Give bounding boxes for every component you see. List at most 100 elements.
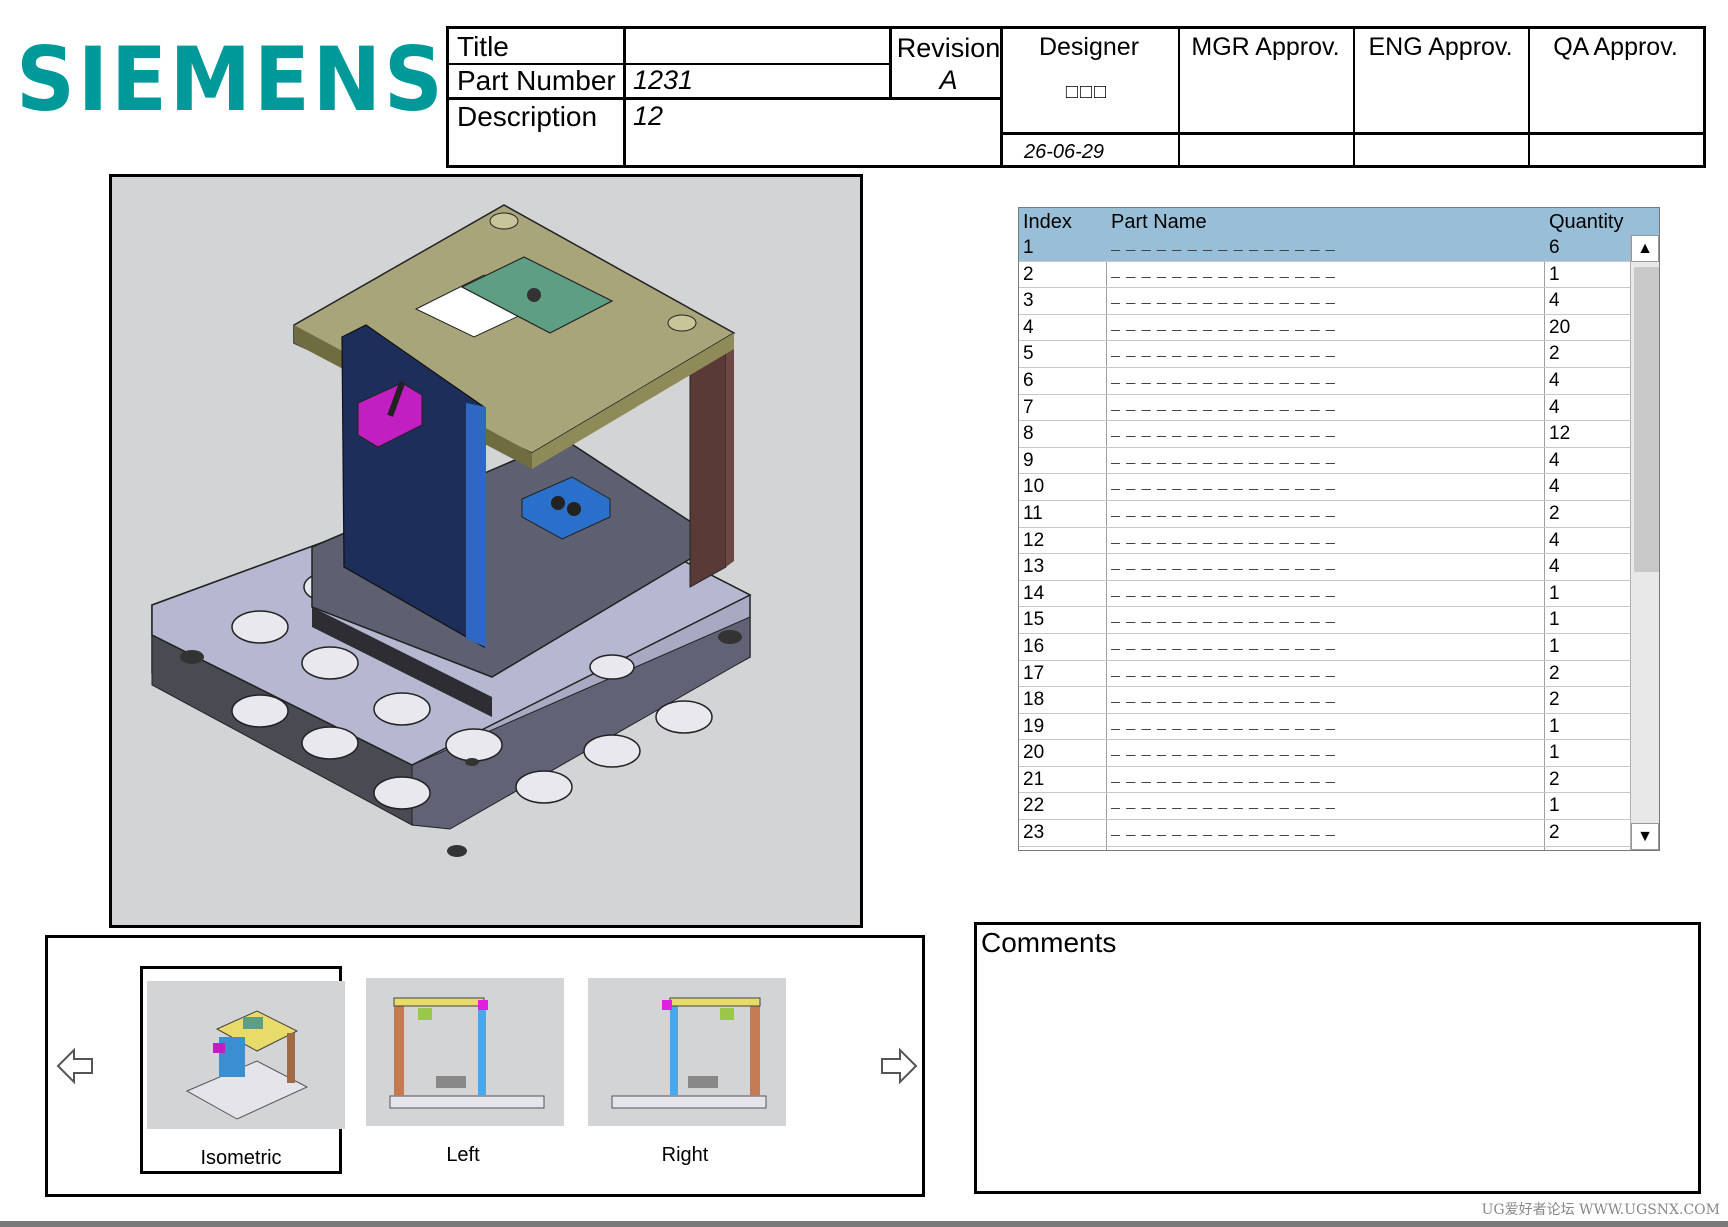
cell-quantity: 4 (1549, 369, 1560, 391)
table-row[interactable]: 4 _ _ _ _ _ _ _ _ _ _ _ _ _ _ _ 20 (1019, 315, 1631, 342)
designer-name: □□□ (1065, 81, 1109, 103)
cell-index: 14 (1023, 582, 1045, 604)
table-row[interactable]: 23 _ _ _ _ _ _ _ _ _ _ _ _ _ _ _ 2 (1019, 820, 1631, 847)
cell-quantity: 1 (1549, 742, 1560, 764)
cell-part-name: _ _ _ _ _ _ _ _ _ _ _ _ _ _ _ (1111, 341, 1336, 359)
header-quantity[interactable]: Quantity (1549, 211, 1623, 234)
description-value[interactable]: 12 (633, 103, 663, 130)
siemens-logo: SIEMENS (16, 28, 446, 131)
arrow-left-icon[interactable] (56, 1046, 96, 1086)
view-thumb-left[interactable]: Left (362, 966, 564, 1174)
cell-quantity: 2 (1549, 662, 1560, 684)
cell-index: 1 (1023, 237, 1034, 258)
cell-part-name: _ _ _ _ _ _ _ _ _ _ _ _ _ _ _ (1111, 766, 1336, 784)
table-row[interactable]: 14 _ _ _ _ _ _ _ _ _ _ _ _ _ _ _ 1 (1019, 581, 1631, 608)
cell-part-name: _ _ _ _ _ _ _ _ _ _ _ _ _ _ _ (1111, 607, 1336, 625)
cell-part-name: _ _ _ _ _ _ _ _ _ _ _ _ _ _ _ (1111, 474, 1336, 492)
cell-index: 12 (1023, 529, 1045, 551)
parts-scrollbar[interactable]: ▲ ▼ (1630, 235, 1659, 850)
designer-label: Designer (1038, 33, 1140, 61)
cell-part-name: _ _ _ _ _ _ _ _ _ _ _ _ _ _ _ (1111, 261, 1336, 279)
cell-index: 15 (1023, 609, 1045, 631)
cell-index: 7 (1023, 396, 1034, 418)
cell-quantity: 1 (1549, 635, 1560, 657)
cell-quantity: 4 (1549, 449, 1560, 471)
table-row[interactable]: 9 _ _ _ _ _ _ _ _ _ _ _ _ _ _ _ 4 (1019, 448, 1631, 475)
cell-part-name: _ _ _ _ _ _ _ _ _ _ _ _ _ _ _ (1111, 500, 1336, 518)
header-index[interactable]: Index (1023, 211, 1072, 234)
table-row[interactable]: 5 _ _ _ _ _ _ _ _ _ _ _ _ _ _ _ 2 (1019, 341, 1631, 368)
scrollbar-thumb[interactable] (1634, 267, 1659, 572)
view-thumb-isometric[interactable]: Isometric (140, 966, 345, 1174)
header-part-name[interactable]: Part Name (1111, 211, 1207, 234)
model-preview[interactable] (109, 174, 863, 928)
cell-index: 23 (1023, 822, 1045, 844)
cell-index: 20 (1023, 742, 1045, 764)
cell-quantity: 2 (1549, 343, 1560, 365)
cell-quantity: 1 (1549, 715, 1560, 737)
table-row[interactable]: 1 _ _ _ _ _ _ _ _ _ _ _ _ _ _ _ 6 (1019, 235, 1631, 262)
cell-quantity: 20 (1549, 316, 1571, 338)
cell-quantity: 1 (1549, 795, 1560, 817)
cell-index: 18 (1023, 689, 1045, 711)
table-row[interactable]: 18 _ _ _ _ _ _ _ _ _ _ _ _ _ _ _ 2 (1019, 687, 1631, 714)
triangle-up-icon[interactable]: ▲ (1631, 235, 1659, 262)
cell-part-name: _ _ _ _ _ _ _ _ _ _ _ _ _ _ _ (1111, 314, 1336, 332)
description-label: Description (457, 101, 598, 132)
view-label-right: Right (661, 1144, 709, 1166)
cell-index: 17 (1023, 662, 1045, 684)
arrow-right-icon[interactable] (878, 1046, 918, 1086)
table-row[interactable]: 2 _ _ _ _ _ _ _ _ _ _ _ _ _ _ _ 1 (1019, 262, 1631, 289)
table-row[interactable]: 22 _ _ _ _ _ _ _ _ _ _ _ _ _ _ _ 1 (1019, 793, 1631, 821)
triangle-down-icon[interactable]: ▼ (1631, 823, 1659, 850)
table-row[interactable]: 13 _ _ _ _ _ _ _ _ _ _ _ _ _ _ _ 4 (1019, 554, 1631, 581)
revision-value[interactable]: A (893, 67, 1004, 94)
table-row[interactable]: 21 _ _ _ _ _ _ _ _ _ _ _ _ _ _ _ 2 (1019, 767, 1631, 794)
table-row[interactable]: 8 _ _ _ _ _ _ _ _ _ _ _ _ _ _ _ 12 (1019, 421, 1631, 448)
parts-list-header: Index Part Name Quantity (1019, 208, 1659, 235)
eng-approv-label: ENG Approv. (1368, 33, 1513, 61)
view-label-left: Left (446, 1144, 480, 1166)
cell-quantity: 12 (1549, 423, 1571, 445)
designer-date[interactable]: 26-06-29 (1024, 141, 1104, 164)
cell-part-name: _ _ _ _ _ _ _ _ _ _ _ _ _ _ _ (1111, 235, 1336, 252)
cell-index: 11 (1023, 502, 1043, 524)
table-row[interactable]: 3 _ _ _ _ _ _ _ _ _ _ _ _ _ _ _ 4 (1019, 288, 1631, 315)
cell-part-name: _ _ _ _ _ _ _ _ _ _ _ _ _ _ _ (1111, 580, 1336, 598)
table-row[interactable]: 15 _ _ _ _ _ _ _ _ _ _ _ _ _ _ _ 1 (1019, 607, 1631, 634)
cell-part-name: _ _ _ _ _ _ _ _ _ _ _ _ _ _ _ (1111, 740, 1336, 758)
mgr-approv-label: MGR Approv. (1191, 33, 1340, 61)
table-row[interactable]: 17 _ _ _ _ _ _ _ _ _ _ _ _ _ _ _ 2 (1019, 661, 1631, 688)
table-row[interactable]: 7 _ _ _ _ _ _ _ _ _ _ _ _ _ _ _ 4 (1019, 395, 1631, 422)
part-number-label: Part Number (457, 65, 616, 96)
table-row[interactable]: 11 _ _ _ _ _ _ _ _ _ _ _ _ _ _ _ 2 (1019, 501, 1631, 528)
cell-part-name: _ _ _ _ _ _ _ _ _ _ _ _ _ _ _ (1111, 820, 1336, 838)
cell-part-name: _ _ _ _ _ _ _ _ _ _ _ _ _ _ _ (1111, 687, 1336, 705)
fixture-model-illustration (151, 204, 752, 857)
table-row[interactable]: 12 _ _ _ _ _ _ _ _ _ _ _ _ _ _ _ 4 (1019, 528, 1631, 555)
title-label: Title (457, 31, 509, 62)
watermark: UG爱好者论坛 WWW.UGSNX.COM (1481, 1202, 1720, 1218)
table-row[interactable]: 16 _ _ _ _ _ _ _ _ _ _ _ _ _ _ _ 1 (1019, 634, 1631, 661)
comments-box[interactable]: Comments (974, 922, 1701, 1194)
table-row[interactable]: 20 _ _ _ _ _ _ _ _ _ _ _ _ _ _ _ 1 (1019, 740, 1631, 767)
part-number-value[interactable]: 1231 (633, 67, 693, 94)
right-preview-image (588, 978, 786, 1126)
left-preview-image (366, 978, 564, 1126)
table-row[interactable]: 6 _ _ _ _ _ _ _ _ _ _ _ _ _ _ _ 4 (1019, 368, 1631, 395)
table-row[interactable]: 19 _ _ _ _ _ _ _ _ _ _ _ _ _ _ _ 1 (1019, 714, 1631, 741)
bottom-bar (0, 1221, 1728, 1227)
cell-index: 5 (1023, 343, 1034, 365)
cell-quantity: 2 (1549, 502, 1560, 524)
cell-part-name: _ _ _ _ _ _ _ _ _ _ _ _ _ _ _ (1111, 394, 1336, 412)
parts-list: Index Part Name Quantity 1 _ _ _ _ _ _ _ … (1018, 207, 1660, 851)
cell-part-name: _ _ _ _ _ _ _ _ _ _ _ _ _ _ _ (1111, 633, 1336, 651)
table-row[interactable]: 10 _ _ _ _ _ _ _ _ _ _ _ _ _ _ _ 4 (1019, 474, 1631, 501)
cell-index: 8 (1023, 423, 1034, 445)
cell-index: 10 (1023, 476, 1045, 498)
approval-block: Designer MGR Approv. ENG Approv. QA Appr… (1000, 26, 1706, 168)
cell-part-name: _ _ _ _ _ _ _ _ _ _ _ _ _ _ _ (1111, 447, 1336, 465)
revision-label: Revision (896, 33, 1001, 63)
view-label-isometric: Isometric (200, 1147, 282, 1169)
view-thumb-right[interactable]: Right (584, 966, 786, 1174)
